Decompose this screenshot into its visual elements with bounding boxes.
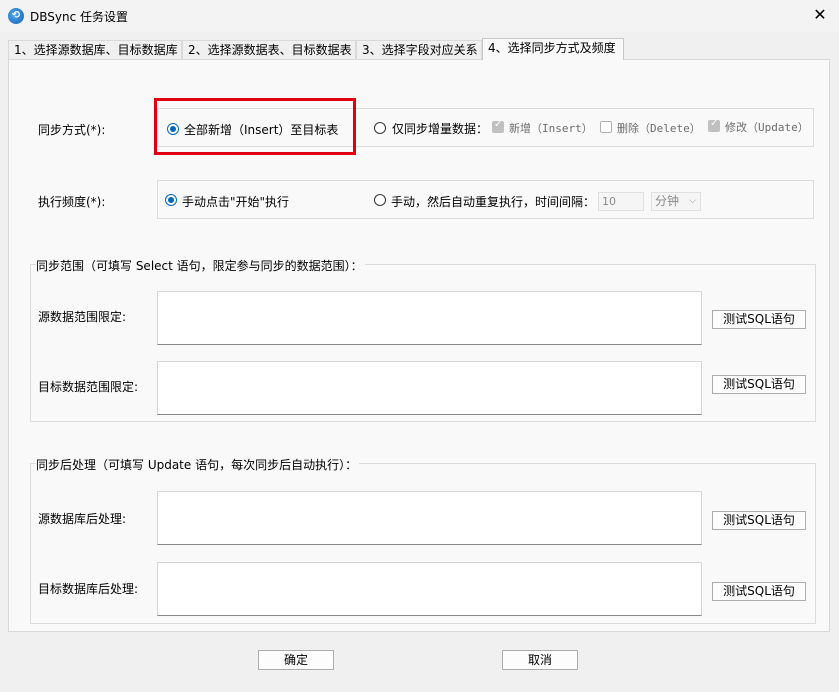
source-range-label: 源数据范围限定: <box>38 310 127 324</box>
post-process-title: 同步后处理（可填写 Update 语句，每次同步后自动执行）： <box>36 456 360 473</box>
radio-manual[interactable] <box>165 194 177 206</box>
radio-incremental[interactable] <box>374 122 386 134</box>
tab-select-databases[interactable]: 1、选择源数据库、目标数据库 <box>8 40 182 59</box>
highlight-box <box>154 98 356 155</box>
checkbox-update[interactable] <box>708 118 720 132</box>
target-range-label: 目标数据范围限定: <box>38 380 139 394</box>
target-post-textarea[interactable] <box>157 562 702 616</box>
radio-auto-repeat[interactable] <box>374 194 386 206</box>
checkbox-insert[interactable] <box>492 119 504 133</box>
target-post-label: 目标数据库后处理: <box>38 582 139 596</box>
delete-label: 删除（Delete） <box>617 122 701 135</box>
tab-sync-mode[interactable]: 4、选择同步方式及频度 <box>482 38 624 60</box>
interval-input[interactable]: 10 <box>598 192 644 211</box>
test-sql-target-post-button[interactable]: 测试SQL语句 <box>712 582 806 601</box>
target-range-textarea[interactable] <box>157 361 702 415</box>
sync-mode-label: 同步方式(*): <box>38 123 106 137</box>
checkbox-delete[interactable] <box>600 121 612 133</box>
source-range-textarea[interactable] <box>157 291 702 345</box>
ok-button[interactable]: 确定 <box>258 650 334 670</box>
close-button[interactable]: ✕ <box>808 4 832 26</box>
incremental-label: 仅同步增量数据： <box>392 122 489 136</box>
test-sql-source-range-button[interactable]: 测试SQL语句 <box>712 310 806 329</box>
tab-select-tables[interactable]: 2、选择源数据表、目标数据表 <box>182 40 356 59</box>
manual-label: 手动点击"开始"执行 <box>182 195 290 209</box>
update-label: 修改（Update） <box>725 121 809 134</box>
interval-unit-select[interactable]: 分钟 ⌵ <box>651 192 701 211</box>
chevron-down-icon: ⌵ <box>689 196 696 206</box>
tab-field-mapping[interactable]: 3、选择字段对应关系 <box>356 40 482 59</box>
sync-range-title: 同步范围（可填写 Select 语句，限定参与同步的数据范围）： <box>36 257 365 274</box>
source-post-textarea[interactable] <box>157 491 702 545</box>
window-title: DBSync 任务设置 <box>30 10 128 24</box>
interval-unit-value: 分钟 <box>655 194 680 208</box>
source-post-label: 源数据库后处理: <box>38 512 127 526</box>
cancel-button[interactable]: 取消 <box>502 650 578 670</box>
test-sql-source-post-button[interactable]: 测试SQL语句 <box>712 511 806 530</box>
frequency-label: 执行频度(*): <box>38 195 106 209</box>
auto-repeat-label: 手动，然后自动重复执行，时间间隔： <box>391 195 596 209</box>
app-logo-icon: ⟲ <box>8 8 24 24</box>
insert-label: 新增（Insert） <box>509 122 593 135</box>
test-sql-target-range-button[interactable]: 测试SQL语句 <box>712 375 806 394</box>
